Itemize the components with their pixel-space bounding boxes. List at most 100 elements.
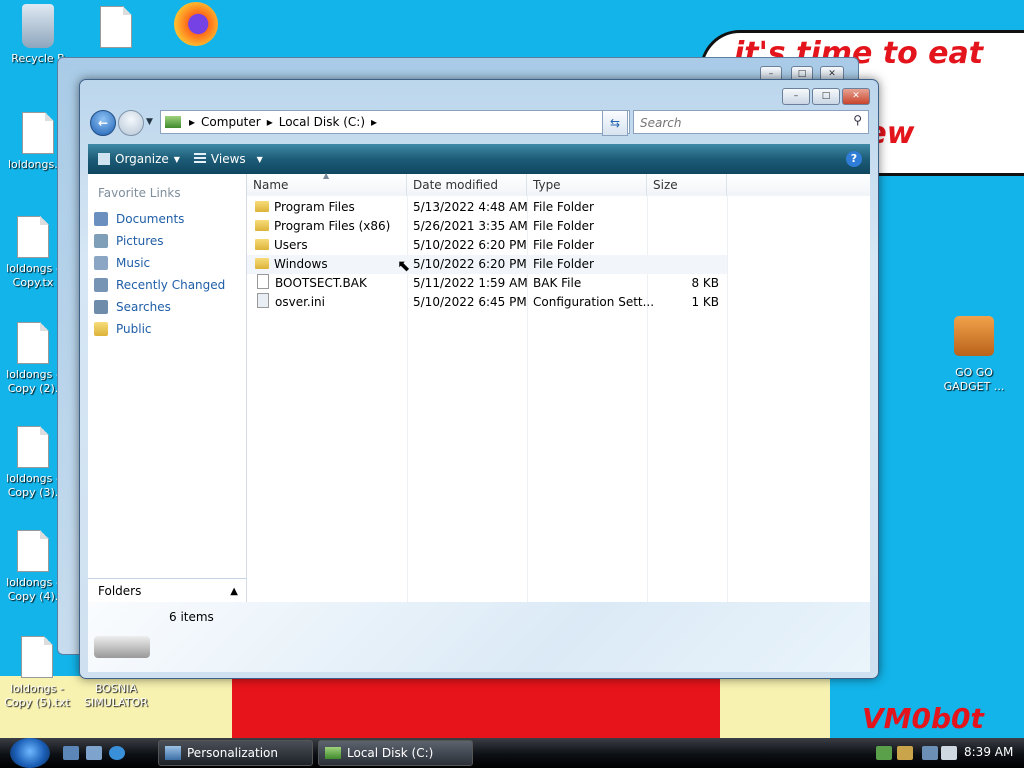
taskbar-item-local-disk[interactable]: Local Disk (C:) [318, 740, 473, 766]
navigation-pane: Favorite Links Documents Pictures Music … [88, 174, 247, 602]
sidebar-item-label: Recently Changed [116, 278, 226, 292]
desktop-wallpaper-red [232, 676, 732, 746]
text-document-icon [17, 322, 49, 364]
desktop-icon-firefox[interactable] [160, 2, 232, 46]
desktop-icon-loldongs-copy-2[interactable]: loldongs - Copy (2). [2, 322, 64, 396]
firefox-icon [174, 2, 218, 46]
computer-icon [165, 116, 181, 128]
desktop-icon-loldongs-copy-4[interactable]: loldongs - Copy (4). [2, 530, 64, 604]
recent-pages-chevron-icon[interactable]: ▼ [146, 117, 153, 127]
chevron-down-icon: ▼ [173, 154, 180, 164]
desktop-icon-label: loldongs - Copy (4). [6, 576, 60, 603]
personalization-icon [165, 746, 181, 760]
briefcase-icon [954, 316, 994, 356]
item-count: 6 items [169, 610, 214, 624]
minimize-button[interactable]: – [782, 88, 810, 105]
folder-icon [255, 201, 269, 212]
views-icon [193, 153, 206, 165]
connection-tray-icon[interactable] [922, 746, 938, 760]
text-document-icon [17, 530, 49, 572]
show-desktop-icon[interactable] [63, 746, 79, 760]
table-row[interactable]: Users 5/10/2022 6:20 PM File Folder [247, 236, 727, 255]
column-header-type[interactable]: Type [527, 174, 647, 196]
views-button[interactable]: Views ▼ [193, 152, 263, 166]
table-row-hovered[interactable]: Windows 5/10/2022 6:20 PM File Folder [247, 255, 727, 274]
command-toolbar: Organize ▼ Views ▼ ? [88, 144, 870, 174]
close-button[interactable]: ✕ [842, 88, 870, 105]
column-header-size[interactable]: Size [647, 174, 727, 196]
file-date: 5/10/2022 6:20 PM [413, 257, 527, 271]
table-row[interactable]: Program Files 5/13/2022 4:48 AM File Fol… [247, 198, 727, 217]
folders-toggle[interactable]: Folders ▲ [88, 578, 246, 603]
file-date: 5/13/2022 4:48 AM [413, 200, 528, 214]
help-icon[interactable]: ? [846, 151, 862, 167]
text-document-icon [22, 112, 54, 154]
volume-muted-icon[interactable] [941, 746, 957, 760]
internet-explorer-icon[interactable] [109, 746, 125, 760]
search-box[interactable]: ⚲ [633, 110, 869, 134]
folders-label: Folders [98, 584, 142, 598]
desktop-icon-label: GO GO GADGET ... [943, 366, 1005, 393]
desktop-icon-label: loldongs - Copy (2). [6, 368, 60, 395]
folder-icon [255, 220, 269, 231]
table-row[interactable]: BOOTSECT.BAK 5/11/2022 1:59 AM BAK File … [247, 274, 727, 293]
explorer-window[interactable]: – □ ✕ ← ▼ ▸ Computer ▸ Local Disk (C:) ▸… [79, 79, 879, 679]
search-icon[interactable]: ⚲ [853, 113, 862, 127]
forward-arrow-icon[interactable] [118, 110, 144, 136]
desktop-icon-go-go-gadget[interactable]: GO GO GADGET ... [936, 316, 1012, 394]
file-date: 5/10/2022 6:20 PM [413, 238, 527, 252]
maximize-button[interactable]: □ [812, 88, 840, 105]
table-row[interactable]: Program Files (x86) 5/26/2021 3:35 AM Fi… [247, 217, 727, 236]
taskbar-clock[interactable]: 8:39 AM [964, 745, 1013, 759]
file-name: osver.ini [275, 295, 325, 309]
taskbar-item-personalization[interactable]: Personalization [158, 740, 313, 766]
hard-drive-icon [94, 636, 150, 658]
sidebar-item-music[interactable]: Music [88, 252, 246, 274]
desktop-icon-document[interactable] [80, 6, 152, 52]
sidebar-item-recently-changed[interactable]: Recently Changed [88, 274, 246, 296]
organize-icon [98, 153, 110, 165]
address-bar[interactable]: ▸ Computer ▸ Local Disk (C:) ▸ ▼ [160, 110, 630, 134]
settings-file-icon [257, 293, 269, 308]
organize-button[interactable]: Organize ▼ [98, 152, 180, 166]
views-label: Views [210, 152, 246, 166]
file-date: 5/11/2022 1:59 AM [413, 276, 528, 290]
file-size: 8 KB [691, 276, 719, 290]
network-tray-icon[interactable] [876, 746, 892, 760]
sidebar-item-public[interactable]: Public [88, 318, 246, 340]
search-input[interactable] [638, 113, 842, 133]
back-arrow-icon[interactable]: ← [90, 110, 116, 136]
file-type: BAK File [533, 276, 582, 290]
file-type: File Folder [533, 219, 594, 233]
sidebar-item-searches[interactable]: Searches [88, 296, 246, 318]
refresh-icon[interactable]: ⇆ [602, 110, 628, 136]
breadcrumb-local-disk[interactable]: Local Disk (C:) [279, 115, 365, 129]
switch-windows-icon[interactable] [86, 746, 102, 760]
recycle-bin-icon [22, 4, 54, 48]
public-folder-icon [94, 322, 108, 336]
breadcrumb-chevron-icon: ▸ [189, 115, 196, 129]
recent-icon [94, 278, 108, 292]
sidebar-item-pictures[interactable]: Pictures [88, 230, 246, 252]
breadcrumb-computer[interactable]: Computer [201, 115, 261, 129]
start-button[interactable] [10, 738, 50, 768]
tray-icon[interactable] [897, 746, 913, 760]
column-header-date[interactable]: Date modified [407, 174, 527, 196]
favorite-links-heading: Favorite Links [98, 186, 181, 200]
desktop-icon-label: loldongs - Copy.tx [6, 262, 60, 289]
file-name: Program Files (x86) [274, 219, 391, 233]
details-pane: 6 items [88, 602, 870, 672]
sidebar-item-documents[interactable]: Documents [88, 208, 246, 230]
sort-ascending-icon: ▲ [323, 171, 330, 180]
file-date: 5/10/2022 6:45 PM [413, 295, 527, 309]
vm-watermark: VM0b0t [862, 702, 984, 735]
desktop-icon-label: BOSNIA SIMULATOR [84, 682, 148, 709]
table-row[interactable]: osver.ini 5/10/2022 6:45 PM Configuratio… [247, 293, 727, 312]
breadcrumb-chevron-icon: ▸ [266, 115, 273, 129]
text-document-icon [17, 216, 49, 258]
desktop-icon-loldongs-copy[interactable]: loldongs - Copy.tx [2, 216, 64, 290]
folder-icon [255, 239, 269, 250]
file-date: 5/26/2021 3:35 AM [413, 219, 528, 233]
desktop-icon-loldongs-copy-3[interactable]: loldongs - Copy (3). [2, 426, 64, 500]
file-name: BOOTSECT.BAK [275, 276, 367, 290]
